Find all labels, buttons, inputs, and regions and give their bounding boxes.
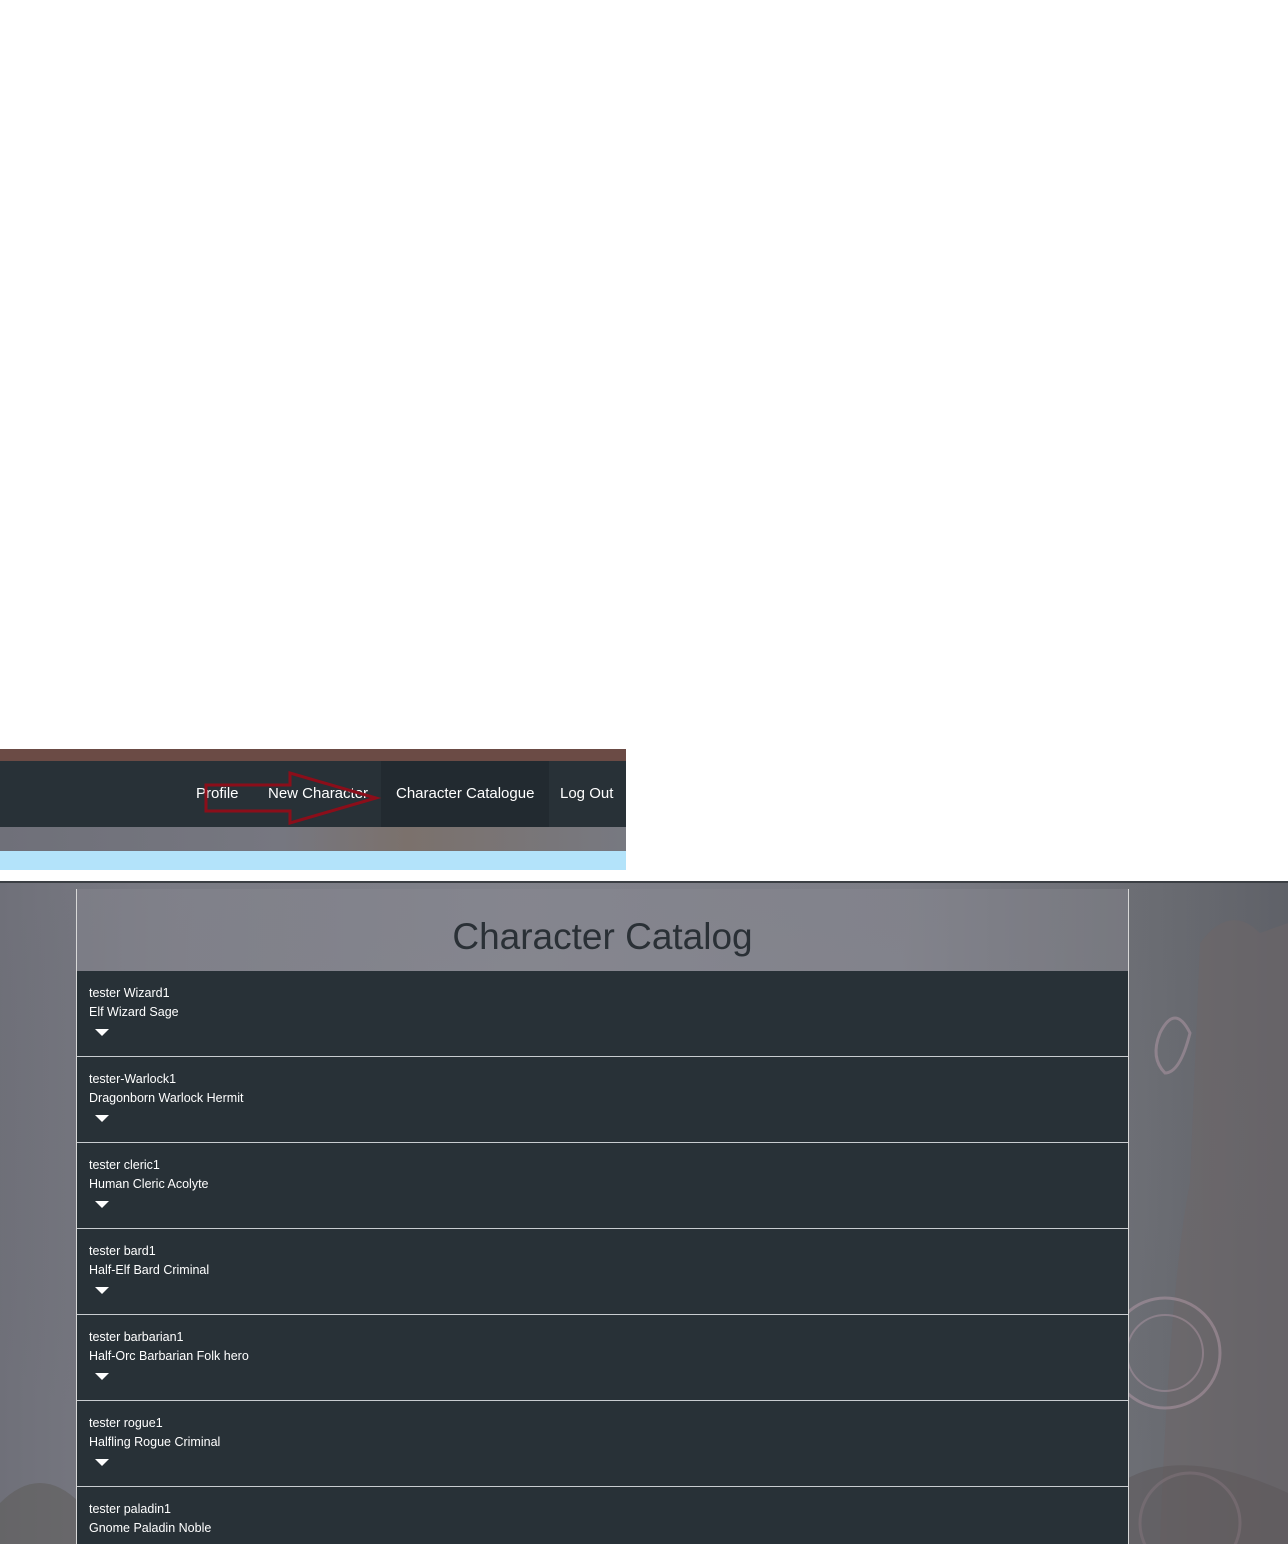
character-name: tester paladin1 — [89, 1502, 172, 1516]
character-name: tester rogue1 — [89, 1416, 163, 1430]
character-description: Dragonborn Warlock Hermit — [89, 1091, 244, 1105]
page-title: Character Catalog — [452, 916, 753, 957]
character-description: Gnome Paladin Noble — [89, 1521, 212, 1535]
nav-new-character-link[interactable]: New Character — [268, 761, 368, 827]
character-list: tester Wizard1 Elf Wizard Sage tester-Wa… — [77, 971, 1128, 1544]
catalog-panel: Character Catalog tester Wizard1 Elf Wiz… — [76, 889, 1129, 1544]
character-description: Elf Wizard Sage — [89, 1005, 179, 1019]
list-item[interactable]: tester bard1 Half-Elf Bard Criminal — [77, 1229, 1128, 1315]
character-name: tester bard1 — [89, 1244, 156, 1258]
character-description: Half-Elf Bard Criminal — [89, 1263, 210, 1277]
character-description: Human Cleric Acolyte — [89, 1177, 209, 1191]
list-item[interactable]: tester cleric1 Human Cleric Acolyte — [77, 1143, 1128, 1229]
nav-profile-link[interactable]: Profile — [196, 761, 239, 827]
list-item[interactable]: tester Wizard1 Elf Wizard Sage — [77, 971, 1128, 1057]
character-description: Half-Orc Barbarian Folk hero — [89, 1349, 249, 1363]
caret-down-icon[interactable] — [95, 1459, 109, 1466]
list-item[interactable]: tester-Warlock1 Dragonborn Warlock Hermi… — [77, 1057, 1128, 1143]
character-name: tester-Warlock1 — [89, 1072, 177, 1086]
character-description: Halfling Rogue Criminal — [89, 1435, 221, 1449]
navbar-snippet: Profile New Character Character Catalogu… — [0, 749, 626, 870]
caret-down-icon[interactable] — [95, 1373, 109, 1380]
caret-down-icon[interactable] — [95, 1029, 109, 1036]
character-name: tester Wizard1 — [89, 986, 170, 1000]
info-strip — [0, 851, 626, 870]
navbar-background-strip — [0, 827, 626, 851]
character-name: tester barbarian1 — [89, 1330, 184, 1344]
top-accent-bar — [0, 749, 626, 761]
caret-down-icon[interactable] — [95, 1201, 109, 1208]
character-name: tester cleric1 — [89, 1158, 160, 1172]
caret-down-icon[interactable] — [95, 1115, 109, 1122]
list-item[interactable]: tester paladin1 Gnome Paladin Noble — [77, 1487, 1128, 1544]
list-item[interactable]: tester rogue1 Halfling Rogue Criminal — [77, 1401, 1128, 1487]
list-item[interactable]: tester barbarian1 Half-Orc Barbarian Fol… — [77, 1315, 1128, 1401]
nav-log-out-link[interactable]: Log Out — [560, 761, 613, 827]
nav-character-catalogue-link[interactable]: Character Catalogue — [381, 761, 550, 827]
catalog-page: Character Catalog tester Wizard1 Elf Wiz… — [0, 881, 1288, 1544]
caret-down-icon[interactable] — [95, 1287, 109, 1294]
